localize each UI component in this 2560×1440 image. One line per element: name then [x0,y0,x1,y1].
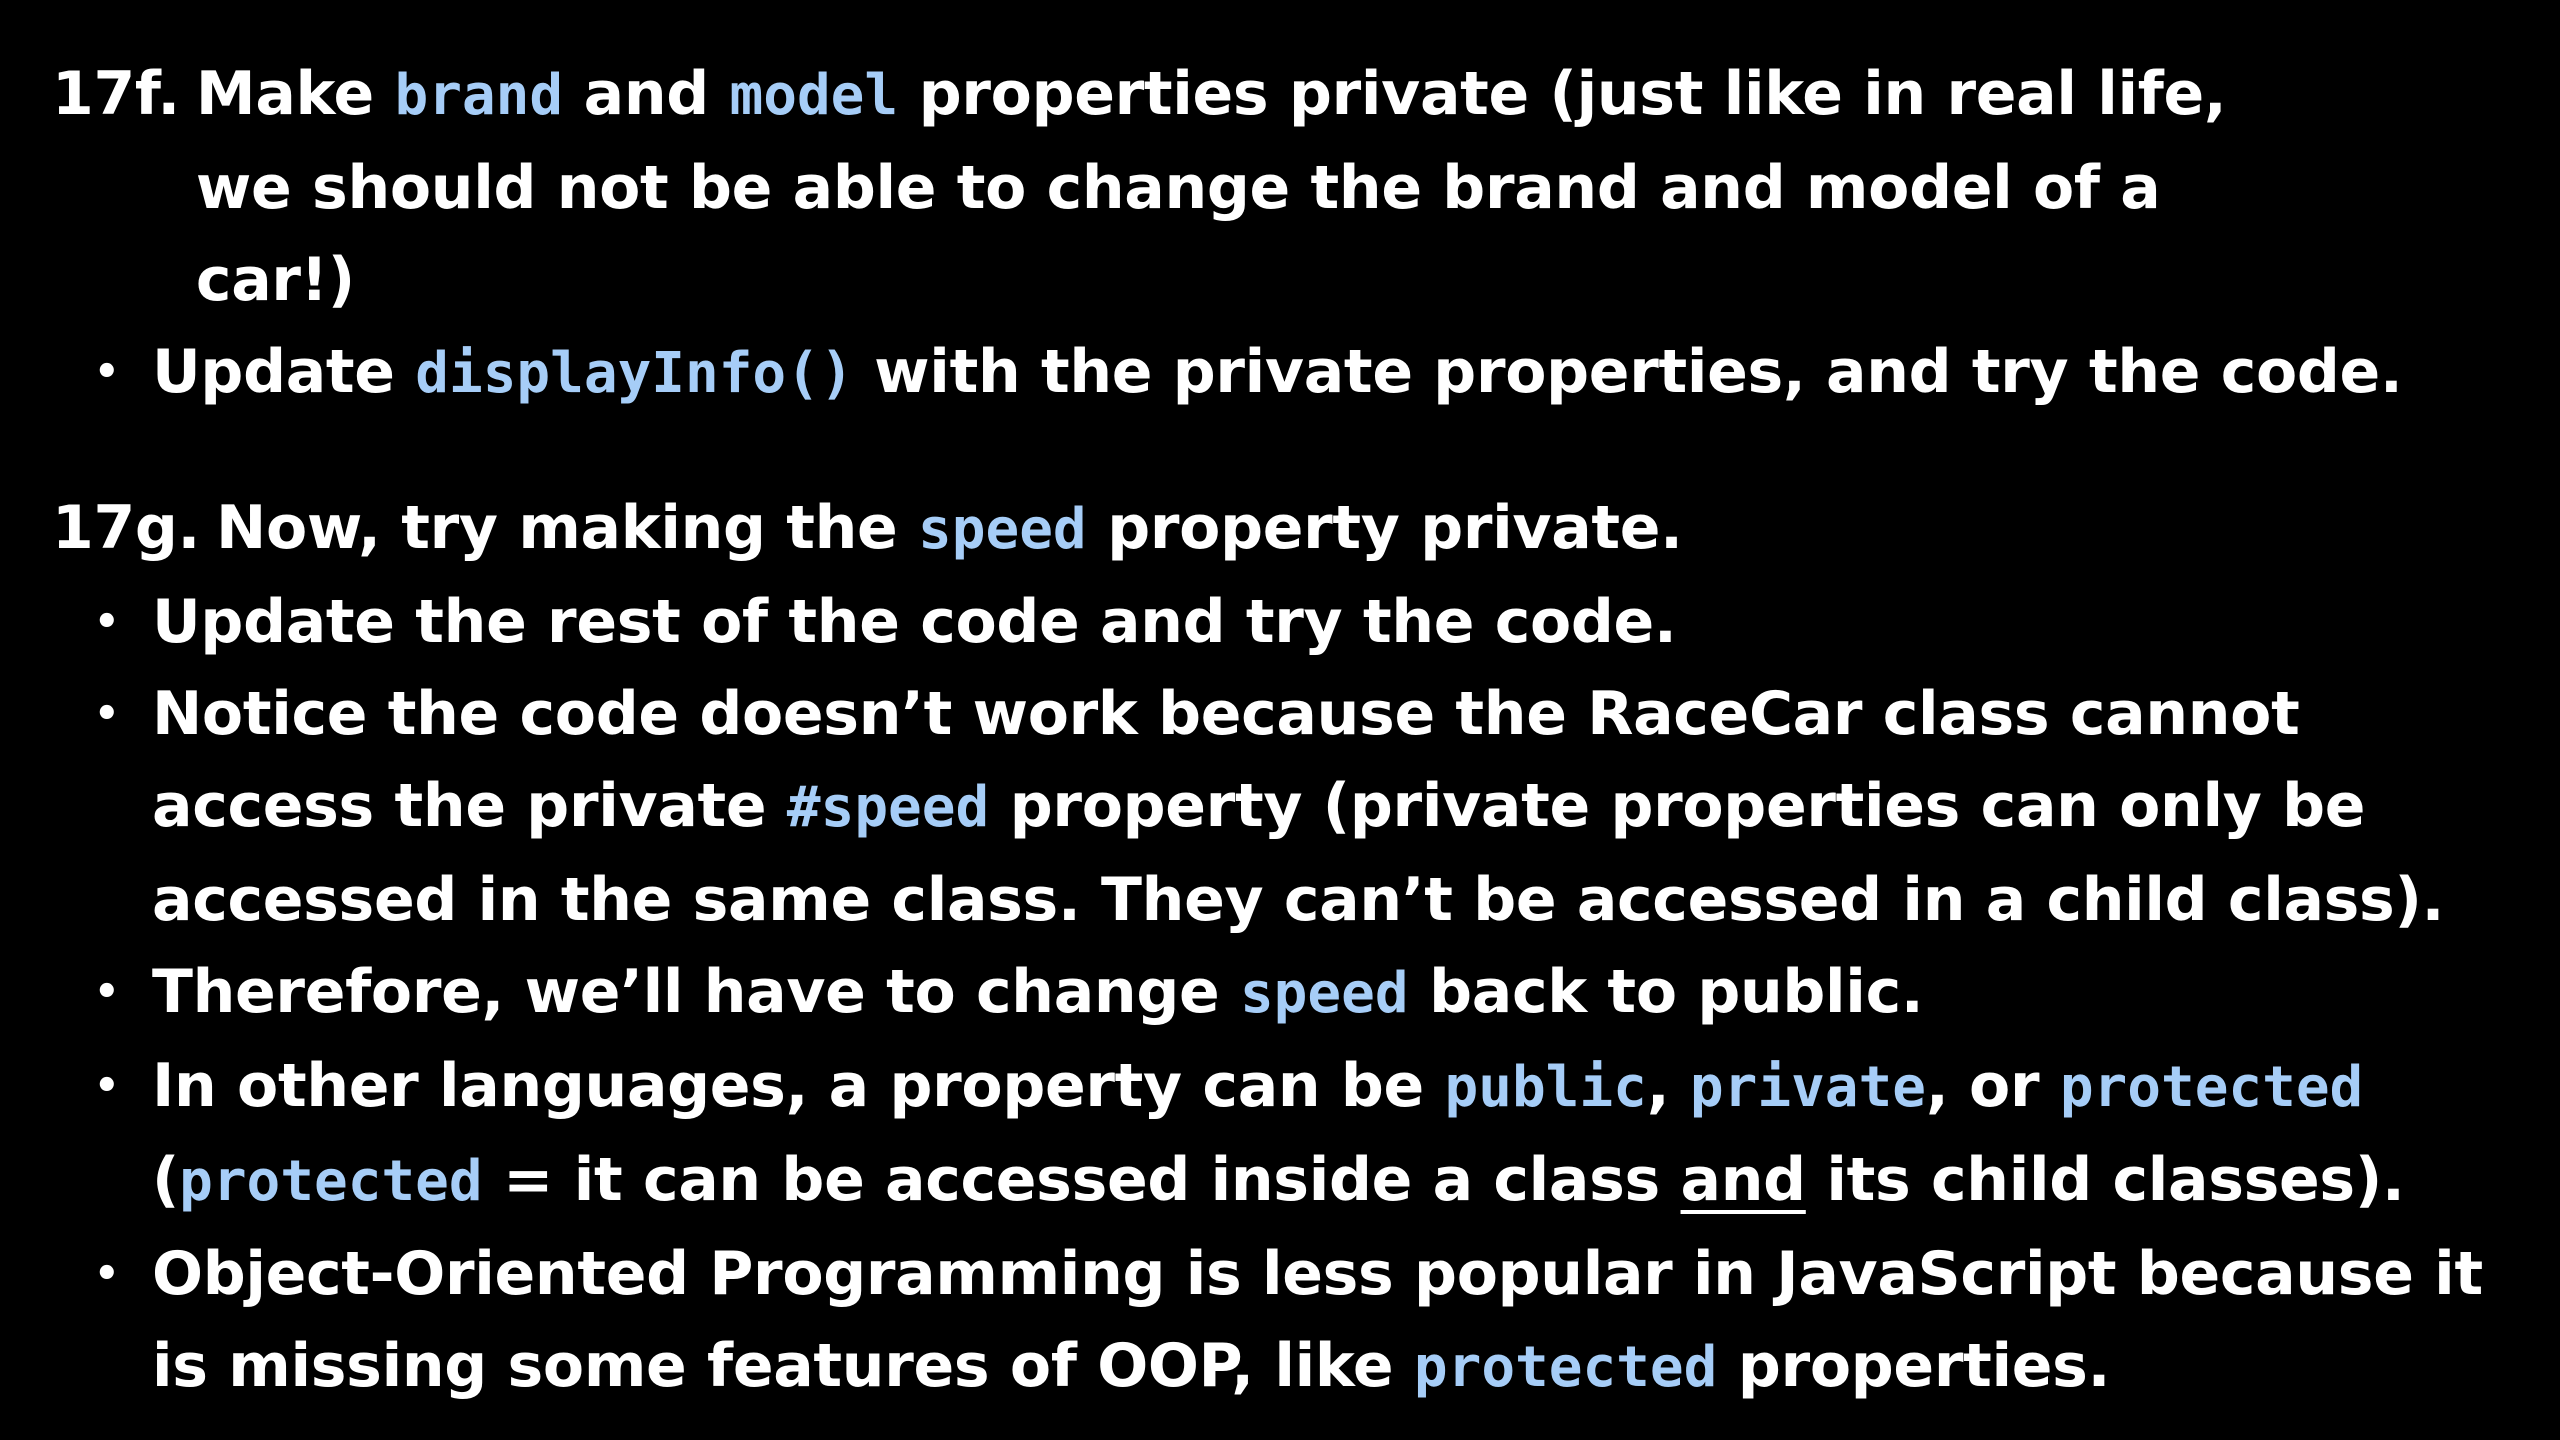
slide-content: 17f. Make brand and model properties pri… [52,48,2512,1414]
bullet-dot: • [94,969,120,1015]
exercise-17f: 17f. Make brand and model properties pri… [52,48,2512,420]
bullet-text: Update the rest of the code and try the … [152,587,1677,657]
exercise-instruction: Make brand and model properties private … [196,48,2512,326]
code-model: model [729,63,899,128]
bullet-text: with the private properties, and try the… [874,337,2403,407]
bullet-text: back to public. [1429,957,1924,1027]
instruction-text: Now, try making the [216,493,898,563]
code-speed: speed [1239,961,1409,1026]
code-brand: brand [394,63,564,128]
code-public: public [1444,1055,1647,1120]
bullet-text: Therefore, we’ll have to change [152,957,1220,1027]
code-speed: speed [918,497,1087,562]
bullet-item: • Update displayInfo() with the private p… [52,326,2512,420]
bullet-item: • Update the rest of the code and try the… [52,576,2512,668]
bullet-item: • Notice the code doesn’t work because th… [52,668,2512,946]
bullet-text: Object-Oriented Programming is less popu… [152,1239,2483,1401]
instruction-text: and [583,59,710,129]
code-private-speed: #speed [786,775,990,840]
exercise-instruction: Now, try making the speed property priva… [216,482,2512,576]
bullet-dot: • [94,349,120,395]
bullet-dot: • [94,599,120,645]
exercise-number: 17g. [52,493,201,563]
bullet-text: its child classes). [1826,1145,2405,1215]
exercise-17g-heading: 17g. Now, try making the speed property … [52,482,2512,576]
code-protected: protected [2059,1055,2364,1120]
exercise-17g: 17g. Now, try making the speed property … [52,482,2512,1414]
bullet-text: , or [1925,1051,2040,1121]
bullet-item: • Object-Oriented Programming is less pop… [52,1228,2512,1414]
bullet-dot: • [94,691,120,737]
code-private: private [1689,1055,1926,1120]
bullet-text: properties. [1737,1331,2111,1401]
underlined-word: and [1680,1145,1807,1215]
bullet-item: • In other languages, a property can be p… [52,1040,2512,1228]
exercise-17f-heading: 17f. Make brand and model properties pri… [52,48,2512,326]
bullet-item: • Therefore, we’ll have to change speed b… [52,946,2512,1040]
code-protected: protected [1413,1335,1718,1400]
bullet-text: = it can be accessed inside a class [503,1145,1660,1215]
bullet-dot: • [94,1251,120,1297]
instruction-text: Make [195,59,374,129]
code-displayinfo: displayInfo() [415,341,854,406]
bullet-text: ( [152,1145,180,1215]
bullet-text: In other languages, a property can be [152,1051,1424,1121]
bullet-dot: • [94,1063,120,1109]
exercise-17f-bullets: • Update displayInfo() with the private p… [52,326,2512,420]
code-protected: protected [179,1149,483,1214]
instruction-text: property private. [1107,493,1683,563]
exercise-17g-bullets: • Update the rest of the code and try the… [52,576,2512,1414]
bullet-text: , [1646,1051,1670,1121]
exercise-number: 17f. [52,59,180,129]
bullet-text: Update [152,337,395,407]
